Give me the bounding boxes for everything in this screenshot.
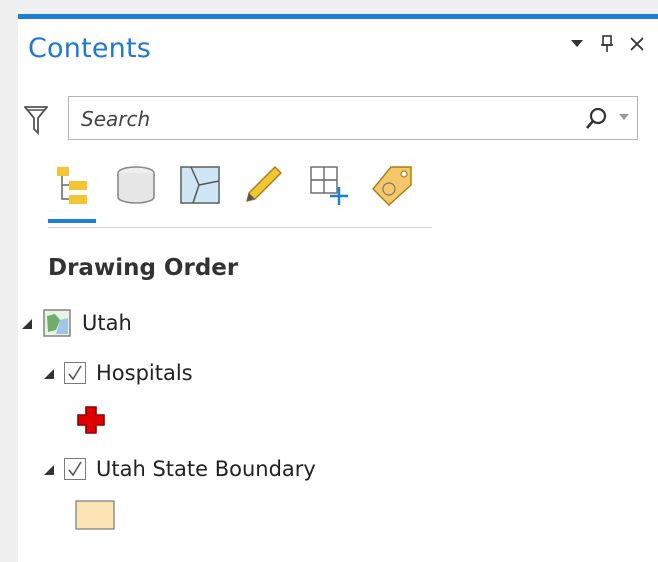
hospital-cross-symbol-icon[interactable] [76, 405, 106, 435]
close-button[interactable] [628, 35, 646, 53]
pane-title: Contents [28, 33, 152, 64]
map-row-utah[interactable]: Utah [22, 307, 132, 339]
list-by-drawing-order-button[interactable] [48, 163, 96, 223]
window-controls [568, 35, 646, 53]
list-by-snapping-button[interactable] [304, 163, 352, 207]
search-options-dropdown-icon[interactable] [619, 114, 629, 122]
drawing-order-heading: Drawing Order [48, 255, 239, 281]
checkmark-icon [68, 365, 82, 381]
selection-map-icon [180, 166, 220, 204]
drawing-order-icon [57, 167, 87, 204]
search-box [68, 96, 638, 140]
pin-icon [601, 35, 613, 52]
pane-menu-button[interactable] [568, 35, 586, 53]
layer-visibility-checkbox[interactable] [64, 362, 86, 384]
database-icon [117, 166, 155, 204]
pin-button[interactable] [598, 35, 616, 53]
layer-visibility-checkbox[interactable] [64, 458, 86, 480]
layer-row-utah-state-boundary[interactable]: Utah State Boundary [44, 453, 316, 485]
snapping-grid-icon [310, 166, 348, 205]
layer-label: Hospitals [96, 361, 193, 385]
pencil-icon [246, 166, 282, 202]
map-icon [43, 309, 71, 337]
map-label: Utah [82, 311, 132, 335]
filter-button[interactable] [23, 105, 49, 136]
filter-icon [23, 106, 49, 136]
layer-label: Utah State Boundary [96, 457, 316, 481]
list-by-data-source-button[interactable] [112, 163, 160, 207]
label-tag-icon [372, 166, 412, 206]
list-by-labeling-button[interactable] [368, 163, 416, 207]
expand-collapse-icon[interactable] [44, 367, 56, 379]
list-by-editing-button[interactable] [240, 163, 288, 207]
list-view-toolbar [48, 159, 432, 228]
search-icon[interactable] [585, 107, 607, 129]
expand-collapse-icon[interactable] [44, 463, 56, 475]
search-input[interactable] [79, 103, 563, 135]
checkmark-icon [68, 461, 82, 477]
contents-pane: Contents Search Drawing Order Utah Hospi… [18, 14, 658, 562]
polygon-fill-symbol-icon[interactable] [74, 499, 118, 533]
close-icon [630, 37, 644, 51]
layer-row-hospitals[interactable]: Hospitals [44, 357, 193, 389]
list-by-selection-button[interactable] [176, 163, 224, 207]
caret-down-icon [571, 40, 583, 47]
expand-collapse-icon[interactable] [22, 317, 34, 329]
